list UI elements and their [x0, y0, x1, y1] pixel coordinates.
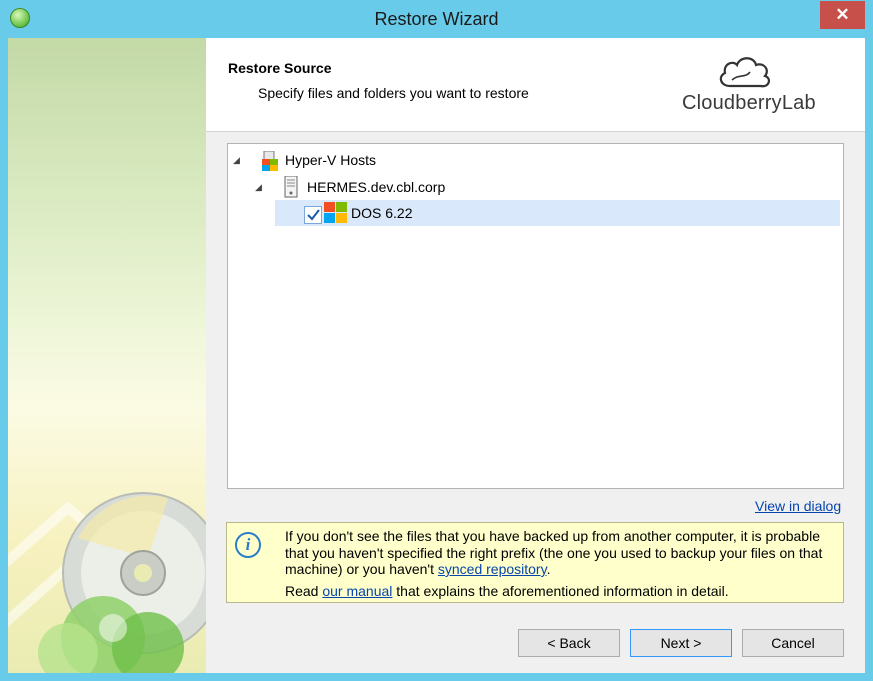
- info-text: If you don't see the files that you have…: [285, 528, 835, 599]
- cancel-button[interactable]: Cancel: [742, 629, 844, 657]
- expand-arrow-icon[interactable]: ◢: [255, 175, 265, 199]
- wizard-header: Restore Source Specify files and folders…: [206, 38, 865, 132]
- cloud-logo-icon: [719, 57, 771, 88]
- cloudberry-logo: CloudberryLab: [682, 52, 842, 122]
- tree-node-dos[interactable]: DOS 6.22: [351, 201, 412, 225]
- tree-node-hyperv-hosts[interactable]: Hyper-V Hosts: [285, 148, 376, 172]
- page-title: Restore Source: [228, 60, 332, 76]
- close-button[interactable]: ✕: [820, 1, 865, 29]
- info-line1: If you don't see the files that you have…: [285, 528, 823, 577]
- title-bar[interactable]: Restore Wizard ✕: [0, 0, 873, 38]
- wizard-client-area: Restore Source Specify files and folders…: [8, 38, 865, 673]
- info-icon: i: [235, 532, 261, 558]
- our-manual-link[interactable]: our manual: [322, 583, 392, 599]
- wizard-side-banner: [8, 38, 206, 673]
- restore-source-tree[interactable]: ◢ Hyper-V Hosts ◢ HERMES.dev.cbl.corp DO…: [227, 143, 844, 489]
- expand-arrow-icon[interactable]: ◢: [233, 148, 243, 172]
- server-icon: [284, 175, 298, 198]
- window-title: Restore Wizard: [374, 9, 499, 29]
- dos-vm-checkbox[interactable]: [304, 206, 322, 224]
- checkmark-icon: [307, 209, 320, 221]
- next-button[interactable]: Next >: [630, 629, 732, 657]
- info-line2-end: that explains the aforementioned informa…: [392, 582, 729, 599]
- info-line2-start: Read: [285, 582, 323, 599]
- info-line2: Read our manual that explains the aforem…: [285, 583, 835, 600]
- windows-vm-icon: [324, 202, 348, 224]
- logo-text: CloudberryLab: [682, 92, 816, 114]
- restore-wizard-window: Restore Wizard ✕ Restore Source Specify …: [0, 0, 873, 681]
- hyperv-hosts-icon: [262, 150, 280, 171]
- synced-repository-link[interactable]: synced repository: [438, 561, 547, 577]
- view-in-dialog-link[interactable]: View in dialog: [755, 498, 841, 514]
- back-button[interactable]: < Back: [518, 629, 620, 657]
- info-panel: i If you don't see the files that you ha…: [226, 522, 844, 603]
- info-line1-end: .: [546, 561, 551, 577]
- page-subtitle: Specify files and folders you want to re…: [258, 85, 529, 101]
- tree-node-hermes[interactable]: HERMES.dev.cbl.corp: [307, 175, 445, 199]
- disc-artwork-icon: [8, 492, 206, 673]
